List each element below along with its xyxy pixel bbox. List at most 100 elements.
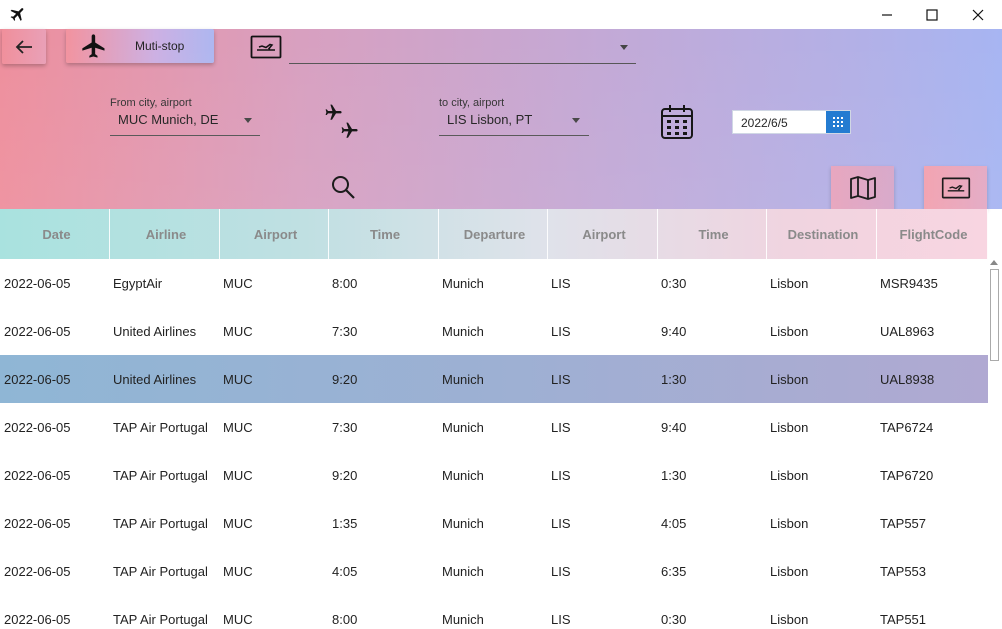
table-cell: 2022-06-05 [4,467,71,483]
date-picker[interactable]: 2022/6/5 [732,110,851,134]
table-cell: TAP6724 [880,419,934,435]
table-row[interactable]: 2022-06-05 TAP Air Portugal MUC 4:05 Munich L… [0,547,988,595]
table-cell: MUC [223,323,253,339]
table-cell: MUC [223,515,253,531]
maximize-button[interactable] [909,0,955,29]
table-cell: 9:40 [661,419,687,435]
table-cell: 2022-06-05 [4,323,71,339]
table-cell: 8:00 [332,275,358,291]
table-row[interactable]: 2022-06-05 EgyptAir MUC 8:00 Munich LIS 0:30 Li… [0,259,988,307]
table-cell: Munich [442,371,484,387]
table-cell: TAP551 [880,611,927,627]
to-city-hint: to city, airport [439,97,505,109]
vertical-scrollbar[interactable] [988,259,1001,629]
table-cell: Munich [442,515,484,531]
chevron-down-icon [244,118,252,123]
table-cell: Munich [442,419,484,435]
table-cell: United Airlines [113,323,197,339]
chevron-down-icon [572,118,580,123]
boarding-pass-icon [941,177,970,198]
table-cell: 9:20 [332,371,358,387]
table-cell: 2022-06-05 [4,275,71,291]
column-header-date[interactable]: Date [0,209,110,259]
table-cell: United Airlines [113,371,197,387]
table-cell: 4:05 [661,515,687,531]
close-icon [972,9,984,20]
flights-table: Date Airline Airport Time Departure Airp… [0,209,988,629]
column-header-arrival-time[interactable]: Time [658,209,767,259]
table-cell: 0:30 [661,275,687,291]
table-cell: TAP557 [880,515,927,531]
column-header-departure[interactable]: Departure [439,209,548,259]
table-row[interactable]: 2022-06-05 TAP Air Portugal MUC 8:00 Munich L… [0,595,988,629]
table-cell: LIS [551,419,571,435]
connecting-flights-icon[interactable] [322,101,364,145]
table-cell: Munich [442,323,484,339]
scroll-thumb[interactable] [990,269,999,361]
column-header-departure-time[interactable]: Time [329,209,439,259]
table-cell: 0:30 [661,611,687,627]
minimize-button[interactable] [864,0,910,29]
boarding-pass-button[interactable] [924,166,987,209]
map-icon [849,175,876,200]
from-city-underline [110,135,260,136]
table-cell: MUC [223,611,253,627]
table-cell: LIS [551,515,571,531]
table-row[interactable]: 2022-06-05 United Airlines MUC 7:30 Munich LI… [0,307,988,355]
map-button[interactable] [831,166,894,209]
table-cell: Lisbon [770,323,809,339]
table-cell: Lisbon [770,515,809,531]
airplane-app-icon [10,8,24,21]
maximize-icon [926,8,938,21]
column-header-airline[interactable]: Airline [110,209,220,259]
from-city-hint: From city, airport [110,97,192,109]
table-cell: 2022-06-05 [4,563,71,579]
close-button[interactable] [955,0,1001,29]
table-cell: Munich [442,563,484,579]
table-cell: 7:30 [332,323,358,339]
back-button[interactable] [2,29,46,64]
table-cell: TAP Air Portugal [113,515,208,531]
multi-stop-label: Muti-stop [135,39,185,53]
table-body: 2022-06-05 EgyptAir MUC 8:00 Munich LIS 0:30 Li… [0,259,988,629]
from-city-field[interactable]: From city, airport MUC Munich, DE [110,97,260,139]
table-cell: TAP6720 [880,467,934,483]
minimize-icon [882,13,892,16]
table-row[interactable]: 2022-06-05 TAP Air Portugal MUC 7:30 Munich L… [0,403,988,451]
scroll-up-arrow-icon[interactable] [990,260,998,265]
boarding-pass-icon [250,35,282,59]
arrow-left-icon [15,39,32,54]
chevron-down-icon [620,45,628,50]
column-header-destination-airport[interactable]: Airport [548,209,658,259]
table-cell: MSR9435 [880,275,938,291]
calendar-icon [661,105,693,139]
column-header-flight-code[interactable]: FlightCode [877,209,988,259]
date-picker-button[interactable] [826,111,850,133]
table-row[interactable]: 2022-06-05 TAP Air Portugal MUC 1:35 Munich L… [0,499,988,547]
table-header: Date Airline Airport Time Departure Airp… [0,209,988,259]
table-cell: MUC [223,467,253,483]
table-row[interactable]: 2022-06-05 United Airlines MUC 9:20 Munich LI… [0,355,988,403]
table-row[interactable]: 2022-06-05 TAP Air Portugal MUC 9:20 Munich L… [0,451,988,499]
table-cell: 7:30 [332,419,358,435]
table-cell: LIS [551,467,571,483]
table-cell: LIS [551,611,571,627]
table-cell: Munich [442,611,484,627]
ticket-selector[interactable] [289,34,636,64]
airplane-icon [82,34,105,58]
column-header-origin-airport[interactable]: Airport [220,209,329,259]
to-city-field[interactable]: to city, airport LIS Lisbon, PT [439,97,589,139]
column-header-destination[interactable]: Destination [767,209,877,259]
search-header: Muti-stop From city, airport MUC Munich,… [0,29,1002,209]
table-cell: 2022-06-05 [4,419,71,435]
table-cell: TAP Air Portugal [113,563,208,579]
table-cell: Lisbon [770,371,809,387]
table-cell: MUC [223,419,253,435]
search-icon[interactable] [330,174,356,200]
table-cell: Munich [442,275,484,291]
table-cell: LIS [551,371,571,387]
multi-stop-button[interactable]: Muti-stop [66,29,214,63]
table-cell: Lisbon [770,611,809,627]
table-cell: Lisbon [770,419,809,435]
calendar-grid-icon [833,117,843,127]
